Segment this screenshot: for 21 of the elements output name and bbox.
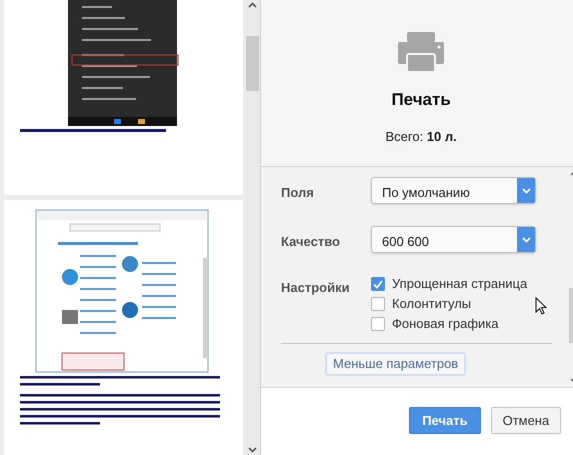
- cancel-button[interactable]: Отмена: [490, 407, 562, 434]
- dialog-title: Печать: [391, 89, 451, 111]
- checkbox-label[interactable]: Фоновая графика: [392, 315, 499, 333]
- dropdown[interactable]: 600 600: [371, 226, 536, 253]
- page-count: Всего: 10 л.: [385, 128, 457, 146]
- checkbox[interactable]: [371, 317, 385, 331]
- setting-label: Настройки: [281, 279, 351, 297]
- checkbox-label[interactable]: Колонтитулы: [392, 295, 472, 313]
- chevron-down-icon: [522, 188, 530, 194]
- checkbox[interactable]: [371, 277, 385, 291]
- fewer-settings-button[interactable]: Меньше параметров: [325, 352, 466, 376]
- mouse-cursor-icon: [535, 297, 548, 315]
- setting-label: Качество: [281, 233, 341, 251]
- scrollbar[interactable]: [245, 0, 260, 455]
- setting-label: Поля: [281, 184, 315, 202]
- dropdown[interactable]: По умолчанию: [371, 177, 536, 204]
- checkbox-label[interactable]: Упрощенная страница: [392, 275, 528, 293]
- scroll-thumb[interactable]: [246, 36, 259, 91]
- chevron-down-icon: [522, 236, 530, 242]
- printer-icon: [398, 32, 444, 72]
- checkbox[interactable]: [371, 297, 385, 311]
